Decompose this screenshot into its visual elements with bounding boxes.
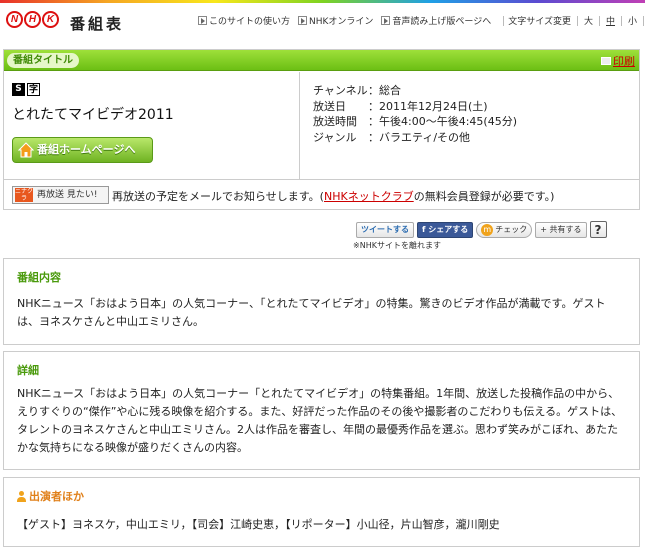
- program-main: S 字 とれたてマイビデオ2011 番組ホームページへ: [4, 72, 300, 179]
- home-button-label: 番組ホームページへ: [37, 143, 136, 156]
- font-size-large[interactable]: 大: [584, 14, 593, 27]
- rebroadcast-text: 再放送の予定をメールでお知らせします。(NHKネットクラブの無料会員登録が必要で…: [112, 188, 554, 204]
- kyoyu-button[interactable]: + 共有する: [535, 221, 587, 238]
- home-icon: [18, 142, 34, 158]
- info-value: ：総合: [368, 84, 401, 97]
- nhk-logo[interactable]: N H K: [6, 11, 59, 28]
- program-title: とれたてマイビデオ2011: [12, 107, 174, 123]
- section-detail: 詳細 NHKニュース「おはよう日本」の人気コーナー「とれたてマイビデオ」の特集番…: [3, 351, 640, 470]
- mixi-icon: m: [481, 223, 494, 236]
- program-marks: S 字: [12, 83, 40, 96]
- info-key: 放送時間: [313, 115, 357, 128]
- program-home-button[interactable]: 番組ホームページへ: [12, 137, 153, 163]
- section-text: NHKニュース「おはよう日本」の人気コーナー、「とれたてマイビデオ」の特集。驚き…: [17, 297, 606, 328]
- section-cast: 出演者ほか 【ゲスト】ヨネスケ，中山エミリ，【司会】江崎史恵，【リポーター】小山…: [3, 477, 640, 547]
- nav-link-voice[interactable]: 音声読み上げ版ページへ: [381, 14, 491, 27]
- program-box: 番組タイトル 印刷 S 字 とれたてマイビデオ2011 番組ホームページへ チャ…: [3, 49, 640, 210]
- info-row-channel: チャンネル ：総合: [313, 83, 517, 99]
- font-size-medium[interactable]: 中: [606, 14, 615, 27]
- info-value: ：午後4:00〜午後4:45(45分): [368, 115, 517, 128]
- arrow-icon: [381, 16, 391, 25]
- nav-link-label: このサイトの使い方: [209, 17, 291, 27]
- header-nav: このサイトの使い方 NHKオンライン 音声読み上げ版ページへ 文字サイズ変更 大…: [198, 14, 645, 27]
- print-icon: [601, 57, 611, 65]
- stereo-mark-icon: S: [12, 83, 25, 96]
- program-info: チャンネル ：総合 放送日 ：2011年12月24日(土) 放送時間 ：午後4:00〜…: [313, 83, 517, 145]
- tweet-button[interactable]: ツイートする: [356, 221, 414, 238]
- logo-letter: K: [42, 11, 59, 28]
- rebroadcast-text-after: の無料会員登録が必要です。): [413, 190, 555, 203]
- section-text: NHKニュース「おはよう日本」の人気コーナー「とれたてマイビデオ」の特集番組。1…: [17, 387, 623, 454]
- help-button[interactable]: ?: [589, 221, 607, 238]
- info-row-genre: ジャンル ：バラエティ/その他: [313, 130, 517, 146]
- program-title-bar: 番組タイトル 印刷: [4, 50, 639, 71]
- info-value: ：バラエティ/その他: [368, 130, 471, 144]
- tweet-label: ツイートする: [361, 224, 409, 234]
- section-heading: 出演者ほか: [17, 488, 84, 504]
- rebroadcast-button-label: 再放送 見たい!: [37, 190, 98, 200]
- logo-letter: N: [6, 11, 23, 28]
- nav-link-label: NHKオンライン: [309, 17, 374, 27]
- section-heading: 番組内容: [17, 271, 61, 284]
- plus-icon: +: [540, 224, 550, 234]
- arrow-icon: [198, 16, 207, 25]
- divider: [503, 15, 505, 26]
- font-size-small[interactable]: 小: [628, 14, 637, 27]
- caption-mark-icon: 字: [27, 83, 40, 96]
- mixi-check-button[interactable]: m チェック: [476, 221, 533, 238]
- font-size-label: 文字サイズ変更: [508, 17, 571, 27]
- rebroadcast-text-before: 再放送の予定をメールでお知らせします。(: [112, 190, 324, 203]
- netclub-icon: ニナクラ: [15, 188, 34, 202]
- divider: [643, 15, 645, 26]
- netclub-link[interactable]: NHKネットクラブ: [324, 190, 414, 203]
- divider: [621, 15, 623, 26]
- check-label: チェック: [495, 224, 528, 234]
- info-row-time: 放送時間 ：午後4:00〜午後4:45(45分): [313, 114, 517, 130]
- info-key: ジャンル: [313, 130, 357, 144]
- share-label: シェアする: [428, 224, 469, 234]
- info-key: 放送日: [313, 99, 346, 113]
- info-row-date: 放送日 ：2011年12月24日(土): [313, 99, 517, 115]
- nav-link-howto[interactable]: このサイトの使い方: [198, 14, 290, 27]
- section-heading: 詳細: [17, 364, 39, 377]
- facebook-share-button[interactable]: f シェアする: [417, 221, 474, 238]
- person-icon: [17, 490, 26, 502]
- divider: [576, 15, 578, 26]
- info-key: チャンネル: [313, 84, 368, 97]
- section-content: 番組内容 NHKニュース「おはよう日本」の人気コーナー、「とれたてマイビデオ」の…: [3, 258, 640, 345]
- print-label: 印刷: [613, 55, 635, 68]
- arrow-icon: [298, 16, 308, 25]
- social-note: ※NHKサイトを離れます: [353, 241, 441, 250]
- program-bar-label: 番組タイトル: [7, 53, 79, 68]
- site-header: N H K 番組表 このサイトの使い方 NHKオンライン 音声読み上げ版ページへ…: [0, 3, 645, 36]
- section-heading-label: 出演者ほか: [29, 490, 84, 503]
- section-text: 【ゲスト】ヨネスケ，中山エミリ，【司会】江崎史恵，【リポーター】小山径，片山智彦…: [17, 518, 500, 531]
- social-buttons: ツイートする f シェアする m チェック + 共有する ?: [356, 221, 607, 238]
- rebroadcast-button[interactable]: ニナクラ 再放送 見たい!: [12, 186, 109, 204]
- nav-link-label: 音声読み上げ版ページへ: [392, 17, 492, 27]
- site-title[interactable]: 番組表: [70, 13, 124, 34]
- nav-link-nhk-online[interactable]: NHKオンライン: [298, 14, 373, 27]
- kyoyu-label: 共有する: [549, 224, 582, 234]
- divider: [599, 15, 600, 26]
- rebroadcast-row: ニナクラ 再放送 見たい! 再放送の予定をメールでお知らせします。(NHKネット…: [4, 179, 639, 209]
- print-link[interactable]: 印刷: [601, 53, 635, 69]
- info-value: ：2011年12月24日(土): [368, 99, 488, 113]
- logo-letter: H: [24, 11, 41, 28]
